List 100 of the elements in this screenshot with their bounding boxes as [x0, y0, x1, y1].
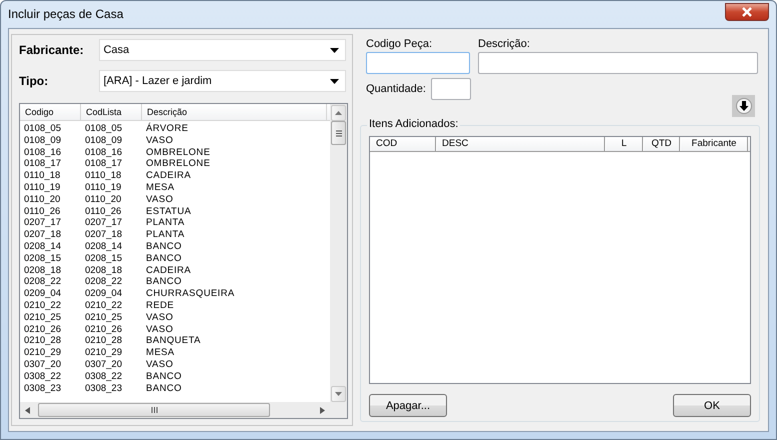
table-cell-text: VASO — [145, 312, 174, 324]
table-cell-text: 0207_17 — [23, 217, 62, 230]
table-cell-text: 0108_05 — [84, 123, 123, 135]
table-cell-text: 0110_26 — [23, 206, 62, 218]
dropdown[interactable]: [ARA] - Lazer e jardim — [99, 70, 346, 92]
table-cell-text: 0210_25 — [84, 312, 123, 324]
table-cell-text: 0209_04 — [84, 288, 123, 300]
table-cell-text: 0308_23 — [23, 382, 62, 394]
table-cell-text: BANCO — [145, 382, 183, 394]
column-header[interactable]: QTD — [643, 137, 680, 151]
column-header[interactable]: L — [605, 137, 643, 151]
description-field[interactable] — [478, 52, 758, 74]
table-cell-text: 0110_19 — [84, 182, 122, 194]
table-cell-text: OMBRELONE — [145, 146, 212, 158]
field-label: Codigo Peça: — [366, 38, 434, 50]
table-cell-text: 0210_26 — [23, 324, 62, 336]
table-cell-text: 0208_18 — [23, 264, 62, 276]
table-cell-text: 0208_14 — [84, 240, 123, 253]
table-cell-text: VASO — [145, 194, 174, 206]
field-label: Quantidade: — [366, 83, 426, 95]
table-cell-text: 0110_26 — [84, 206, 122, 218]
group-title: Itens Adicionados: — [367, 118, 460, 130]
table-cell-text: ÁRVORE — [145, 123, 190, 135]
table-cell-text: 0308_23 — [84, 382, 123, 394]
column-header[interactable]: COD — [370, 137, 436, 151]
table-cell-text: 0307_20 — [23, 358, 62, 371]
table-cell-text: 0108_16 — [84, 146, 123, 158]
scroll-down-button[interactable] — [331, 386, 346, 402]
filter-label: Tipo: — [19, 74, 50, 88]
table-cell-text: 0308_22 — [23, 370, 62, 383]
table-cell-text: 0108_17 — [23, 158, 62, 170]
table-cell-text: PLANTA — [145, 229, 186, 241]
field-label: Descrição: — [478, 38, 531, 50]
grip-icon — [150, 407, 158, 413]
horizontal-scrollbar[interactable] — [20, 402, 330, 418]
table-cell-text: VASO — [145, 134, 174, 147]
add-button[interactable] — [732, 95, 755, 117]
table-cell-text: 0210_29 — [84, 347, 123, 359]
dropdown[interactable]: Casa — [99, 39, 346, 61]
table-cell-text: 0208_15 — [23, 252, 62, 265]
table-cell-text: 0208_22 — [84, 276, 123, 288]
table-cell-text: 0210_29 — [23, 347, 62, 359]
table-cell-text: 0208_18 — [84, 264, 123, 276]
table-cell-text: 0207_18 — [84, 229, 123, 241]
caret-icon — [330, 78, 339, 84]
table-cell-text: CHURRASQUEIRA — [145, 288, 236, 300]
close-button[interactable] — [725, 3, 769, 21]
column-header[interactable]: CodLista — [81, 104, 142, 120]
table-cell-text: 0210_26 — [84, 324, 123, 336]
table-cell-text: 0207_17 — [84, 217, 123, 230]
table-cell-text: PLANTA — [145, 217, 186, 230]
table-cell-text: 0108_16 — [23, 146, 62, 158]
table-cell-text: BANCO — [145, 276, 183, 288]
table-cell-text: 0108_09 — [84, 134, 123, 147]
grip-icon — [336, 130, 342, 136]
table-cell-text: BANQUETA — [145, 335, 202, 348]
table-cell-text: BANCO — [145, 370, 183, 383]
down-arrow-icon — [335, 392, 342, 396]
caret-icon — [330, 48, 339, 52]
table-cell-text: 0110_20 — [84, 194, 122, 206]
window-title: Incluir peças de Casa — [7, 6, 124, 21]
column-header[interactable]: Codigo — [20, 104, 81, 120]
table-cell-text: 0208_22 — [23, 276, 62, 288]
table-cell-text: MESA — [145, 347, 176, 359]
up-arrow-icon — [335, 111, 342, 115]
table-cell-text: CADEIRA — [145, 170, 192, 182]
table-cell-text: VASO — [145, 358, 174, 371]
table-cell-text: 0207_18 — [23, 229, 62, 241]
table-cell-text: BANCO — [145, 240, 183, 253]
table-cell-text: REDE — [145, 300, 175, 312]
ok-button[interactable]: OK — [673, 394, 751, 417]
vertical-scrollbar[interactable] — [330, 104, 347, 418]
table-cell-text: 0307_20 — [84, 358, 123, 371]
scroll-thumb[interactable] — [38, 403, 270, 417]
column-header[interactable]: Descrição — [142, 104, 327, 120]
code-field[interactable] — [366, 52, 470, 74]
table-cell-text: 0210_28 — [84, 335, 123, 348]
quantity-field[interactable] — [430, 78, 471, 100]
table-cell-text: VASO — [145, 324, 174, 336]
scroll-up-button[interactable] — [331, 105, 346, 121]
table-cell-text: 0110_20 — [23, 194, 62, 206]
table-cell-text: 0208_14 — [23, 240, 62, 253]
close-icon — [741, 7, 753, 17]
scroll-thumb[interactable] — [331, 121, 346, 145]
table-cell-text: 0110_18 — [84, 170, 122, 182]
table-cell-text: 0110_18 — [23, 170, 62, 182]
table-cell-text: 0210_22 — [23, 300, 62, 312]
table-cell-text: 0108_17 — [84, 158, 123, 170]
table-cell-text: ESTATUA — [145, 206, 192, 218]
table-cell-text: 0108_05 — [23, 123, 62, 135]
right-arrow-icon — [320, 406, 325, 414]
table-cell-text: 0210_28 — [23, 335, 62, 348]
table-cell-text: OMBRELONE — [145, 158, 212, 170]
column-header[interactable]: DESC — [436, 137, 605, 151]
table-cell-text: 0308_22 — [84, 370, 123, 383]
delete-button[interactable]: Apagar... — [369, 394, 447, 417]
filter-label: Fabricante: — [19, 43, 85, 57]
table-cell-text: 0210_22 — [84, 300, 123, 312]
column-header[interactable]: Fabricante — [680, 137, 748, 151]
table-cell-text: 0210_25 — [23, 312, 62, 324]
